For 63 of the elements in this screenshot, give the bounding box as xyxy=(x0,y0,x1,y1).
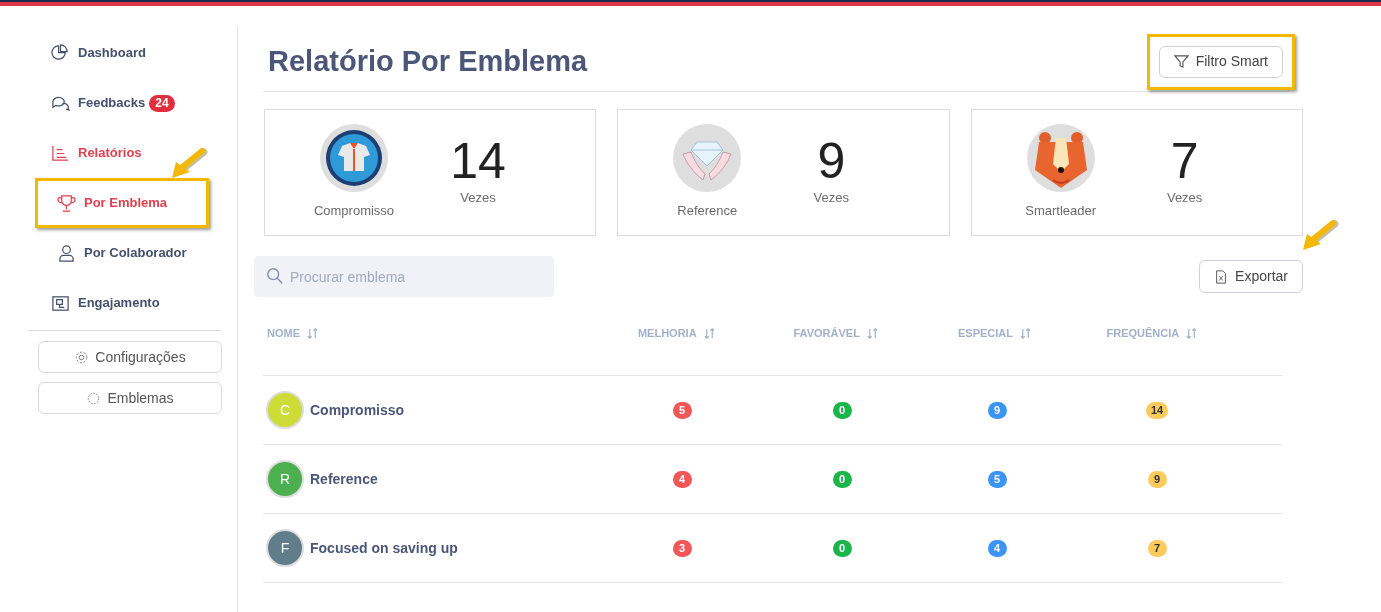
sort-icon[interactable] xyxy=(703,327,715,339)
sort-icon[interactable] xyxy=(1020,327,1031,339)
column-header: MELHORIA xyxy=(637,326,697,341)
count-unit: Vezes xyxy=(460,189,496,207)
count-badge: 0 xyxy=(832,539,852,557)
filter-button[interactable]: Filtro Smart xyxy=(1158,45,1283,78)
nav-item[interactable]: Feedbacks 24 xyxy=(28,78,221,128)
nav-item[interactable]: Engajamento xyxy=(28,278,221,328)
count-badge: 24 xyxy=(149,94,175,112)
count-badge: 7 xyxy=(1147,539,1167,557)
nav-item[interactable]: Por Colaborador xyxy=(28,228,221,278)
badge-name: Compromisso xyxy=(313,202,395,220)
page-title: Relatório Por Emblema xyxy=(268,43,588,79)
avatar: R xyxy=(266,460,304,498)
sidebar-button[interactable]: Configurações xyxy=(38,341,222,373)
trophy-icon xyxy=(57,193,76,213)
count-badge: 9 xyxy=(987,401,1007,419)
settings-icon xyxy=(74,349,90,365)
count-badge: 4 xyxy=(672,470,692,488)
count-badge: 4 xyxy=(987,539,1007,557)
nav-item[interactable]: Relatórios xyxy=(28,128,221,178)
shirt-badge-icon xyxy=(320,124,388,192)
dashed-circle-icon xyxy=(86,390,102,406)
export-button[interactable]: Exportar xyxy=(1199,260,1303,293)
fox-badge-icon xyxy=(1026,124,1095,192)
nav-item[interactable]: Dashboard xyxy=(28,28,221,78)
column-header: FREQUÊNCIA xyxy=(1106,326,1180,341)
count-badge: 5 xyxy=(672,401,692,419)
frame-icon xyxy=(51,293,70,313)
nav-item[interactable]: Por Emblema xyxy=(28,178,221,228)
count-badge: 14 xyxy=(1145,401,1169,419)
count-unit: Vezes xyxy=(1166,189,1203,207)
row-name: Focused on saving up xyxy=(310,538,458,558)
count-badge: 9 xyxy=(1147,470,1167,488)
pie-chart-icon xyxy=(51,43,70,63)
column-header: FAVORÁVEL xyxy=(793,326,860,341)
sort-icon[interactable] xyxy=(866,327,878,339)
count-badge: 3 xyxy=(672,539,692,557)
row-name: Compromisso xyxy=(310,400,405,420)
avatar: F xyxy=(266,529,304,567)
row-name: Reference xyxy=(310,469,378,489)
count-value: 9 xyxy=(817,136,846,186)
count-badge: 5 xyxy=(987,470,1007,488)
count-badge: 0 xyxy=(832,401,852,419)
count-badge: 0 xyxy=(832,470,852,488)
column-header: ESPECIAL xyxy=(957,326,1013,341)
search-field[interactable]: Procurar emblema xyxy=(254,256,554,297)
sort-icon[interactable] xyxy=(307,327,318,339)
filter-icon xyxy=(1173,54,1189,69)
count-value: 7 xyxy=(1170,136,1199,186)
spreadsheet-file-icon xyxy=(1214,269,1229,284)
diamond-hands-icon xyxy=(673,124,742,192)
sort-icon[interactable] xyxy=(1186,327,1198,339)
search-icon xyxy=(266,267,284,285)
user-icon xyxy=(57,243,76,263)
report-icon xyxy=(51,143,70,163)
count-value: 14 xyxy=(450,136,506,186)
sidebar-button[interactable]: Emblemas xyxy=(38,382,222,414)
avatar: C xyxy=(266,391,304,429)
column-header: NOME xyxy=(267,326,300,341)
count-unit: Vezes xyxy=(813,189,850,207)
badge-name: Smartleader xyxy=(1025,202,1097,220)
badge-name: Reference xyxy=(677,202,738,220)
